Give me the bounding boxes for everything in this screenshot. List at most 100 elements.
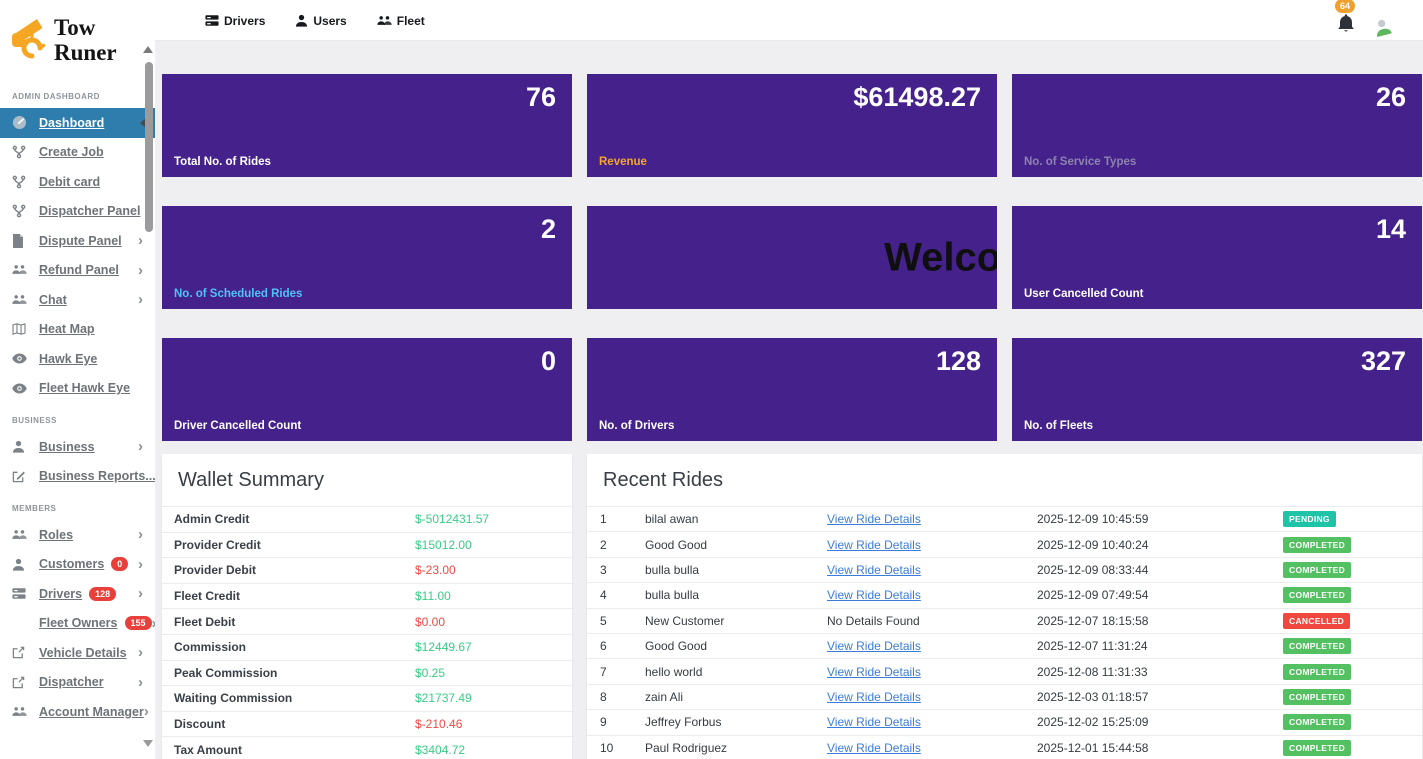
wallet-summary-title: Wallet Summary	[162, 454, 572, 506]
sidebar-item-label: Hawk Eye	[39, 352, 97, 366]
welcome-card: Welcome	[587, 206, 997, 309]
users-icon	[12, 264, 33, 276]
view-ride-details-link[interactable]: View Ride Details	[827, 741, 921, 755]
sidebar-item-business[interactable]: Business›	[0, 432, 155, 462]
sidebar-item-chat[interactable]: Chat ›	[0, 285, 155, 315]
sidebar-item-dispatcher[interactable]: Dispatcher›	[0, 668, 155, 698]
wallet-row-provider-debit: Provider Debit$-23.00	[162, 557, 572, 583]
sidebar-section-label: MEMBERS	[0, 491, 155, 520]
header-nav-drivers[interactable]: Drivers	[205, 14, 265, 28]
header-nav-fleet[interactable]: Fleet	[377, 14, 425, 28]
stat-card-label: User Cancelled Count	[1024, 288, 1144, 300]
status-badge: COMPLETED	[1283, 638, 1351, 654]
header-nav-label: Users	[313, 14, 346, 28]
sidebar-item-fleet-owners[interactable]: Fleet Owners155›	[0, 609, 155, 639]
view-ride-details-link[interactable]: View Ride Details	[827, 639, 921, 653]
stat-card-value: $61498.27	[853, 82, 981, 113]
sidebar-item-customers[interactable]: Customers0›	[0, 550, 155, 580]
ride-customer-name: Good Good	[645, 639, 827, 653]
view-ride-details-link[interactable]: View Ride Details	[827, 665, 921, 679]
sidebar-item-refund-panel[interactable]: Refund Panel›	[0, 256, 155, 286]
sidebar: Tow Runer ADMIN DASHBOARDDashboardCreate…	[0, 0, 155, 759]
status-badge: COMPLETED	[1283, 714, 1351, 730]
ride-row: 5New CustomerNo Details Found2025-12-07 …	[587, 608, 1422, 633]
users-icon	[377, 15, 392, 27]
wallet-row-value: $3404.72	[415, 743, 465, 757]
view-ride-details-link[interactable]: View Ride Details	[827, 538, 921, 552]
wallet-row-label: Provider Debit	[174, 563, 415, 577]
stat-card-label: No. of Service Types	[1024, 156, 1136, 168]
chevron-right-icon: ›	[138, 557, 143, 572]
user-icon	[12, 440, 33, 453]
sidebar-scroll-up-arrow[interactable]	[143, 46, 153, 53]
view-ride-details-link[interactable]: View Ride Details	[827, 512, 921, 526]
stat-card-value: 76	[526, 82, 556, 113]
ride-details-cell: View Ride Details	[827, 588, 1037, 602]
ride-row: 2Good GoodView Ride Details2025-12-09 10…	[587, 531, 1422, 556]
wallet-row-value: $-23.00	[415, 563, 456, 577]
ride-details-cell: View Ride Details	[827, 741, 1037, 755]
sidebar-item-dispatcher-panel[interactable]: Dispatcher Panel	[0, 197, 155, 227]
wallet-row-tax-amount: Tax Amount$3404.72	[162, 736, 572, 759]
users-icon	[12, 706, 33, 718]
wallet-row-peak-commission: Peak Commission$0.25	[162, 660, 572, 686]
wallet-row-fleet-credit: Fleet Credit$11.00	[162, 583, 572, 609]
sidebar-item-drivers[interactable]: Drivers128›	[0, 579, 155, 609]
chevron-right-icon: ›	[138, 439, 143, 454]
sidebar-item-create-job[interactable]: Create Job	[0, 138, 155, 168]
ride-datetime: 2025-12-08 11:31:33	[1037, 665, 1283, 679]
sidebar-item-roles[interactable]: Roles›	[0, 520, 155, 550]
sidebar-item-heat-map[interactable]: Heat Map	[0, 315, 155, 345]
view-ride-details-link[interactable]: View Ride Details	[827, 588, 921, 602]
notification-count-badge: 64	[1335, 0, 1355, 13]
ride-datetime: 2025-12-09 10:40:24	[1037, 538, 1283, 552]
sidebar-item-vehicle-details[interactable]: Vehicle Details›	[0, 638, 155, 668]
map-icon	[12, 323, 33, 335]
stat-card-value: 14	[1376, 214, 1406, 245]
stat-card-value: 327	[1361, 346, 1406, 377]
wallet-summary-panel: Wallet Summary Admin Credit$-5012431.57P…	[162, 454, 572, 759]
top-header: Drivers Users Fleet 64	[0, 0, 1423, 41]
wallet-row-value: $0.25	[415, 666, 445, 680]
header-nav-users[interactable]: Users	[295, 14, 346, 28]
profile-avatar[interactable]	[1371, 16, 1393, 38]
chevron-right-icon: ›	[138, 586, 143, 601]
ride-row: 7hello worldView Ride Details2025-12-08 …	[587, 658, 1422, 683]
sidebar-item-fleet-hawk-eye[interactable]: Fleet Hawk Eye	[0, 374, 155, 404]
sidebar-item-label: Create Job	[39, 145, 104, 159]
view-ride-details-link[interactable]: View Ride Details	[827, 563, 921, 577]
status-badge: PENDING	[1283, 511, 1336, 527]
wallet-row-label: Fleet Debit	[174, 615, 415, 629]
sidebar-item-dispute-panel[interactable]: Dispute Panel›	[0, 226, 155, 256]
sidebar-item-label: Refund Panel	[39, 263, 119, 277]
export-icon	[12, 646, 33, 659]
view-ride-details-link[interactable]: View Ride Details	[827, 690, 921, 704]
header-nav: Drivers Users Fleet	[205, 0, 425, 41]
sidebar-item-label: Roles	[39, 528, 73, 542]
ride-rows: 1bilal awanView Ride Details2025-12-09 1…	[587, 506, 1422, 759]
stat-card-label: No. of Scheduled Rides	[174, 288, 302, 300]
wallet-row-label: Peak Commission	[174, 666, 415, 680]
logo[interactable]: Tow Runer	[0, 0, 155, 79]
ride-row-number: 3	[600, 563, 645, 577]
view-ride-details-link[interactable]: View Ride Details	[827, 715, 921, 729]
sidebar-item-dashboard[interactable]: Dashboard	[0, 108, 155, 138]
sidebar-scrollbar-thumb[interactable]	[145, 62, 153, 232]
sidebar-scroll-down-arrow[interactable]	[143, 740, 153, 747]
sidebar-item-account-manager[interactable]: Account Manager›	[0, 697, 155, 727]
ride-row: 9Jeffrey ForbusView Ride Details2025-12-…	[587, 709, 1422, 734]
sidebar-item-debit-card[interactable]: Debit card	[0, 167, 155, 197]
sidebar-item-label: Chat	[39, 293, 67, 307]
ride-customer-name: bilal awan	[645, 512, 827, 526]
sidebar-item-business-reports[interactable]: Business Reports...›	[0, 462, 155, 492]
sidebar-item-hawk-eye[interactable]: Hawk Eye	[0, 344, 155, 374]
ride-customer-name: Paul Rodriguez	[645, 741, 827, 755]
ride-customer-name: Good Good	[645, 538, 827, 552]
chevron-right-icon: ›	[138, 292, 143, 307]
chevron-right-icon: ›	[152, 616, 155, 631]
sidebar-item-label: Dispute Panel	[39, 234, 122, 248]
stat-card-total-no-of-rides: 76Total No. of Rides	[162, 74, 572, 177]
notifications-button[interactable]: 64	[1337, 13, 1355, 38]
ride-customer-name: New Customer	[645, 614, 827, 628]
edit-icon	[12, 470, 33, 483]
